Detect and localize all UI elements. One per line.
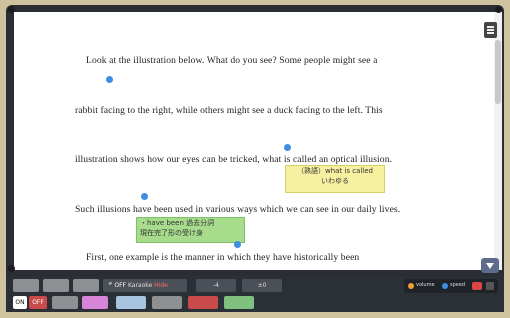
vocab-note-yellow[interactable]: （熟語）what is called いわゆる [285,165,385,193]
step-back-label: -4 [213,282,219,289]
eraser-tool-button[interactable] [116,296,146,309]
toggle-off-button[interactable]: OFF [29,296,47,309]
microphone-icon[interactable]: 🎤 [105,282,112,289]
volume-label: volume [416,282,435,288]
reading-page: Look at the illustration below. What do … [14,12,494,270]
mic-off-label[interactable]: OFF [114,282,126,289]
speed-dot-icon[interactable] [442,283,448,289]
corner-dot-icon [495,6,502,13]
scroll-down-button[interactable] [481,258,499,273]
note-line: 現在完了形の受け身 [140,229,203,237]
volume-dot-icon[interactable] [408,283,414,289]
note-line: いわゆる [321,177,349,185]
page-tool-button[interactable] [13,279,39,292]
page-tool-button[interactable] [43,279,69,292]
pen-tool-button[interactable] [52,296,78,309]
copy-tool-button[interactable] [152,296,182,309]
hide-label[interactable]: Hide [154,282,168,289]
annotation-marker[interactable] [106,76,113,83]
corner-dot-icon [8,265,15,272]
text-line-5: First, one example is the manner in whic… [86,252,360,263]
undo-tool-button[interactable] [224,296,254,309]
corner-dot-icon [8,6,15,13]
note-line: ・have been 過去分詞 [140,219,215,227]
user-tool-button[interactable] [188,296,218,309]
vertical-scrollbar[interactable] [494,12,502,270]
text-line-2: rabbit facing to the right, while others… [75,105,383,116]
text-line-1: Look at the illustration below. What do … [86,55,378,66]
page-tool-button[interactable] [73,279,99,292]
text-line-3: illustration shows how our eyes can be t… [75,154,393,165]
playback-panel: volume speed [404,279,498,293]
step-zero-label: ±0 [257,282,267,289]
annotation-marker[interactable] [234,241,241,248]
highlight-tool-button[interactable] [82,296,108,309]
step-zero-control[interactable]: ±0 [242,279,282,292]
grammar-note-green[interactable]: ・have been 過去分詞 現在完了形の受け身 [136,217,245,243]
scrollbar-thumb[interactable] [495,40,501,104]
audio-group: 🎤 OFF Karaoke Hide [103,279,187,292]
menu-button[interactable] [484,22,497,38]
speed-label: speed [450,282,466,288]
annotation-marker[interactable] [284,144,291,151]
annotation-marker[interactable] [141,193,148,200]
play-icon[interactable] [472,282,482,290]
toggle-on-button[interactable]: ON [13,296,27,309]
step-back-control[interactable]: -4 [196,279,236,292]
karaoke-label[interactable]: Karaoke [128,282,152,289]
stop-icon[interactable] [486,282,494,290]
note-line: （熟語）what is called [296,167,373,175]
text-line-4: Such illusions have been used in various… [75,204,401,215]
